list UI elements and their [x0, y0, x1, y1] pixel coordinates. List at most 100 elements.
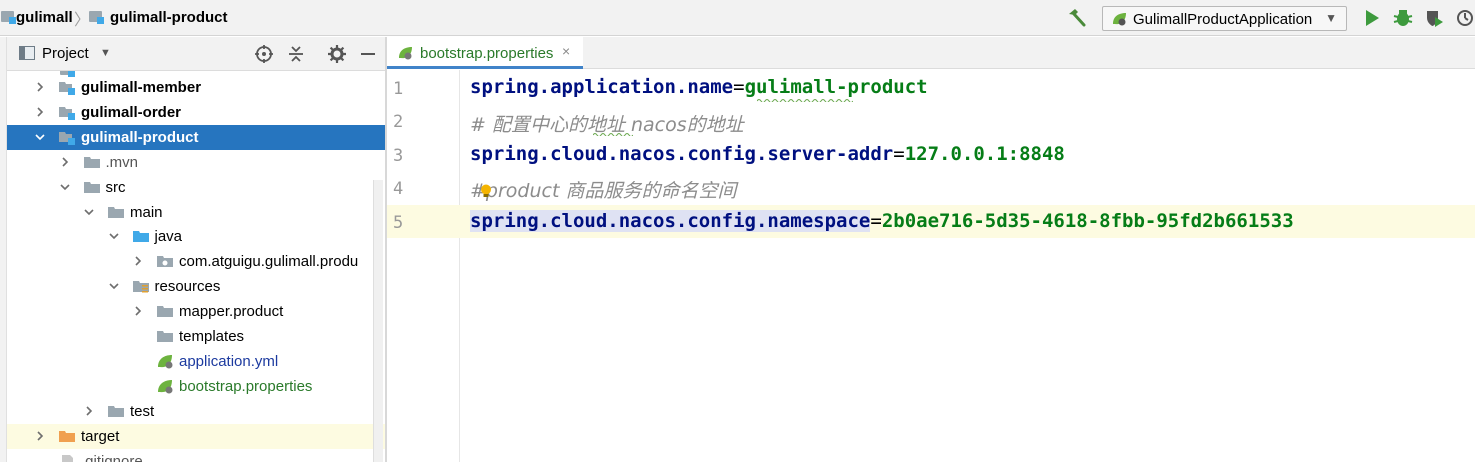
tree-item-label: gulimall-member: [81, 79, 202, 96]
line-number: 2: [393, 112, 404, 132]
editor-gutter: 1 2 3 4 5: [387, 70, 460, 462]
spelling-typo-underline: [593, 133, 633, 136]
intention-lightbulb-icon[interactable]: [480, 184, 492, 198]
tree-row[interactable]: gulimall-order: [7, 100, 385, 125]
code-line-4: #product 商品服务的命名空间: [470, 176, 736, 203]
chevron-right-icon[interactable]: [133, 305, 143, 317]
chevron-down-icon[interactable]: ▼: [100, 47, 111, 59]
tree-row[interactable]: gulimall-member: [7, 75, 385, 100]
module-icon: [89, 11, 104, 24]
chevron-down-icon[interactable]: [108, 230, 119, 242]
tree-item-label: src: [105, 178, 126, 196]
equals-sign: =: [870, 210, 882, 232]
code-line-3: spring.cloud.nacos.config.server-addr=12…: [470, 143, 1065, 165]
spelling-typo-underline: [757, 99, 853, 102]
comment-text: product 商品服务的命名空间: [485, 180, 737, 202]
spring-properties-icon: [399, 47, 412, 60]
tree-item-label: .mvn: [105, 153, 139, 171]
tree-row[interactable]: com.atguigu.gulimall.produ: [7, 249, 385, 274]
tree-item-label: com.atguigu.gulimall.produ: [179, 253, 359, 271]
left-tool-strip: [0, 37, 7, 462]
tree-row[interactable]: gulimall-product: [7, 124, 385, 150]
breadcrumb-module[interactable]: gulimall-product: [110, 9, 228, 26]
source-folder-icon: [132, 231, 149, 243]
module-icon: [59, 106, 75, 120]
tree-item-label: java: [154, 228, 183, 246]
resources-folder-icon: [132, 281, 149, 293]
property-value: gulimall-product: [744, 76, 928, 98]
chevron-down-icon: ▼: [1325, 11, 1337, 25]
package-icon: [157, 256, 173, 268]
breadcrumb-project[interactable]: gulimall: [16, 9, 73, 26]
tree-row[interactable]: java: [7, 224, 385, 249]
chevron-right-icon[interactable]: [84, 405, 94, 417]
chevron-right-icon[interactable]: [60, 156, 70, 168]
code-editor[interactable]: spring.application.name=gulimall-product…: [460, 70, 1475, 462]
build-hammer-icon[interactable]: [1066, 7, 1088, 29]
chevron-right-icon[interactable]: [35, 106, 45, 118]
tree-item-label: mapper.product: [179, 303, 284, 321]
tree-row[interactable]: mapper.product: [7, 299, 385, 324]
locate-target-icon[interactable]: [254, 44, 274, 64]
equals-sign: =: [893, 143, 905, 165]
property-value: 127.0.0.1:8848: [904, 143, 1065, 165]
code-line-5: spring.cloud.nacos.config.namespace=2b0a…: [470, 210, 1294, 232]
tree-item-label: templates: [179, 328, 245, 345]
module-icon: [59, 82, 75, 95]
chevron-down-icon[interactable]: [84, 206, 94, 218]
close-icon[interactable]: ×: [562, 43, 570, 59]
project-panel-header: Project ▼: [7, 37, 385, 71]
tree-item-label: bootstrap.properties: [179, 377, 313, 395]
project-tree[interactable]: gulimall-member gulimall-order gulimall-pr…: [7, 71, 385, 462]
code-line-1: spring.application.name=gulimall-product: [470, 76, 928, 98]
tree-item-label: resources: [154, 278, 221, 296]
chevron-right-icon[interactable]: [35, 430, 45, 442]
property-key: spring.application.name: [470, 76, 734, 98]
hide-minimize-icon[interactable]: [358, 44, 378, 64]
tree-scrollbar[interactable]: [373, 180, 383, 462]
run-configuration-label: GulimallProductApplication: [1133, 11, 1313, 28]
folder-icon: [157, 331, 173, 342]
chevron-down-icon[interactable]: [108, 280, 119, 292]
chevron-right-icon[interactable]: [35, 81, 45, 93]
collapse-all-icon[interactable]: [286, 44, 306, 64]
run-icon[interactable]: [1362, 8, 1382, 28]
module-icon: [59, 131, 75, 145]
tree-item-label: gulimall-order: [81, 103, 182, 121]
chevron-down-icon[interactable]: [59, 181, 70, 193]
property-key: spring.cloud.nacos.config.namespace: [470, 210, 871, 232]
file-icon: [62, 454, 73, 462]
tree-row[interactable]: templates: [7, 324, 385, 349]
tab-bootstrap-properties[interactable]: bootstrap.properties ×: [387, 37, 583, 69]
tree-row[interactable]: src: [7, 175, 385, 200]
tree-row[interactable]: target: [7, 423, 385, 449]
tree-row[interactable]: resources: [7, 274, 385, 299]
tree-row[interactable]: .mvn: [7, 150, 385, 175]
property-value: 2b0ae716-5d35-4618-8fbb-95fd2b661533: [881, 210, 1294, 232]
tree-item-label: gulimall-product: [81, 128, 199, 146]
tree-row[interactable]: main: [7, 200, 385, 225]
folder-icon: [157, 306, 173, 318]
profiler-icon[interactable]: [1455, 8, 1475, 28]
tree-row[interactable]: .gitignore: [7, 449, 385, 462]
equals-sign: =: [733, 76, 745, 98]
tree-row[interactable]: test: [7, 399, 385, 424]
run-with-coverage-icon[interactable]: [1424, 8, 1444, 28]
project-module-icon: [1, 11, 16, 24]
line-number: 3: [393, 146, 404, 166]
chevron-right-icon[interactable]: [133, 255, 143, 267]
settings-gear-icon[interactable]: [327, 44, 347, 64]
line-number: 4: [393, 179, 404, 199]
project-panel-title[interactable]: Project: [42, 45, 89, 62]
chevron-down-icon[interactable]: [35, 131, 45, 143]
tree-row[interactable]: bootstrap.properties: [7, 374, 385, 399]
folder-icon: [83, 156, 100, 168]
editor-tab-bar: bootstrap.properties ×: [387, 37, 1475, 69]
tree-item-label: main: [130, 203, 163, 221]
tree-row[interactable]: application.yml: [7, 349, 385, 374]
folder-icon: [108, 206, 124, 218]
folder-icon: [108, 405, 124, 417]
spring-properties-icon: [158, 379, 173, 394]
run-configuration-selector[interactable]: GulimallProductApplication ▼: [1102, 6, 1347, 31]
debug-bug-icon[interactable]: [1393, 8, 1413, 28]
